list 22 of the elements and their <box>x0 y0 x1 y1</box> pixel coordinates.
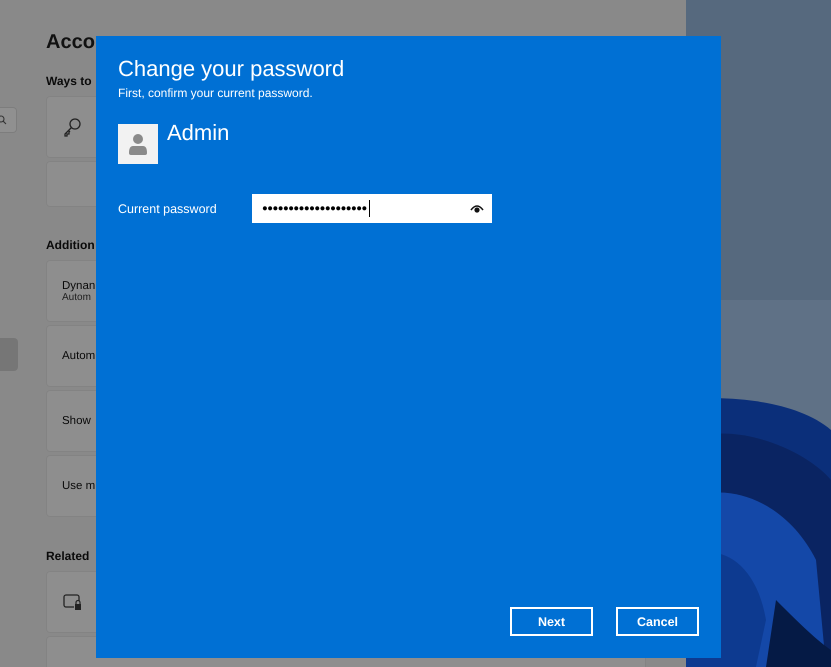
card-label: Show <box>62 415 91 427</box>
eye-icon[interactable] <box>470 204 484 213</box>
lock-screen-icon <box>62 593 82 611</box>
section-heading: Related <box>46 549 90 565</box>
field-label: Current password <box>118 202 218 216</box>
search-field[interactable] <box>0 107 17 133</box>
dialog-title: Change your password <box>118 56 346 83</box>
section-heading: Addition <box>46 238 96 254</box>
card-label: Dynan <box>62 280 96 292</box>
section-heading: Ways to <box>46 74 93 90</box>
dialog-button[interactable]: Next <box>510 607 593 636</box>
card-label: Autom <box>62 350 96 362</box>
password-field[interactable]: ●●●●●●●●●●●●●●●●●●●● <box>252 194 492 223</box>
card-label: Use m <box>62 480 96 492</box>
key-icon <box>62 117 82 137</box>
card-description: Autom <box>62 292 92 302</box>
dialog-button[interactable]: Cancel <box>616 607 699 636</box>
user-name: Admin <box>167 120 230 146</box>
dialog-subtitle: First, confirm your current password. <box>118 86 314 100</box>
page-title: Acco <box>46 30 95 55</box>
search-icon <box>0 115 7 125</box>
person-icon <box>128 133 148 155</box>
